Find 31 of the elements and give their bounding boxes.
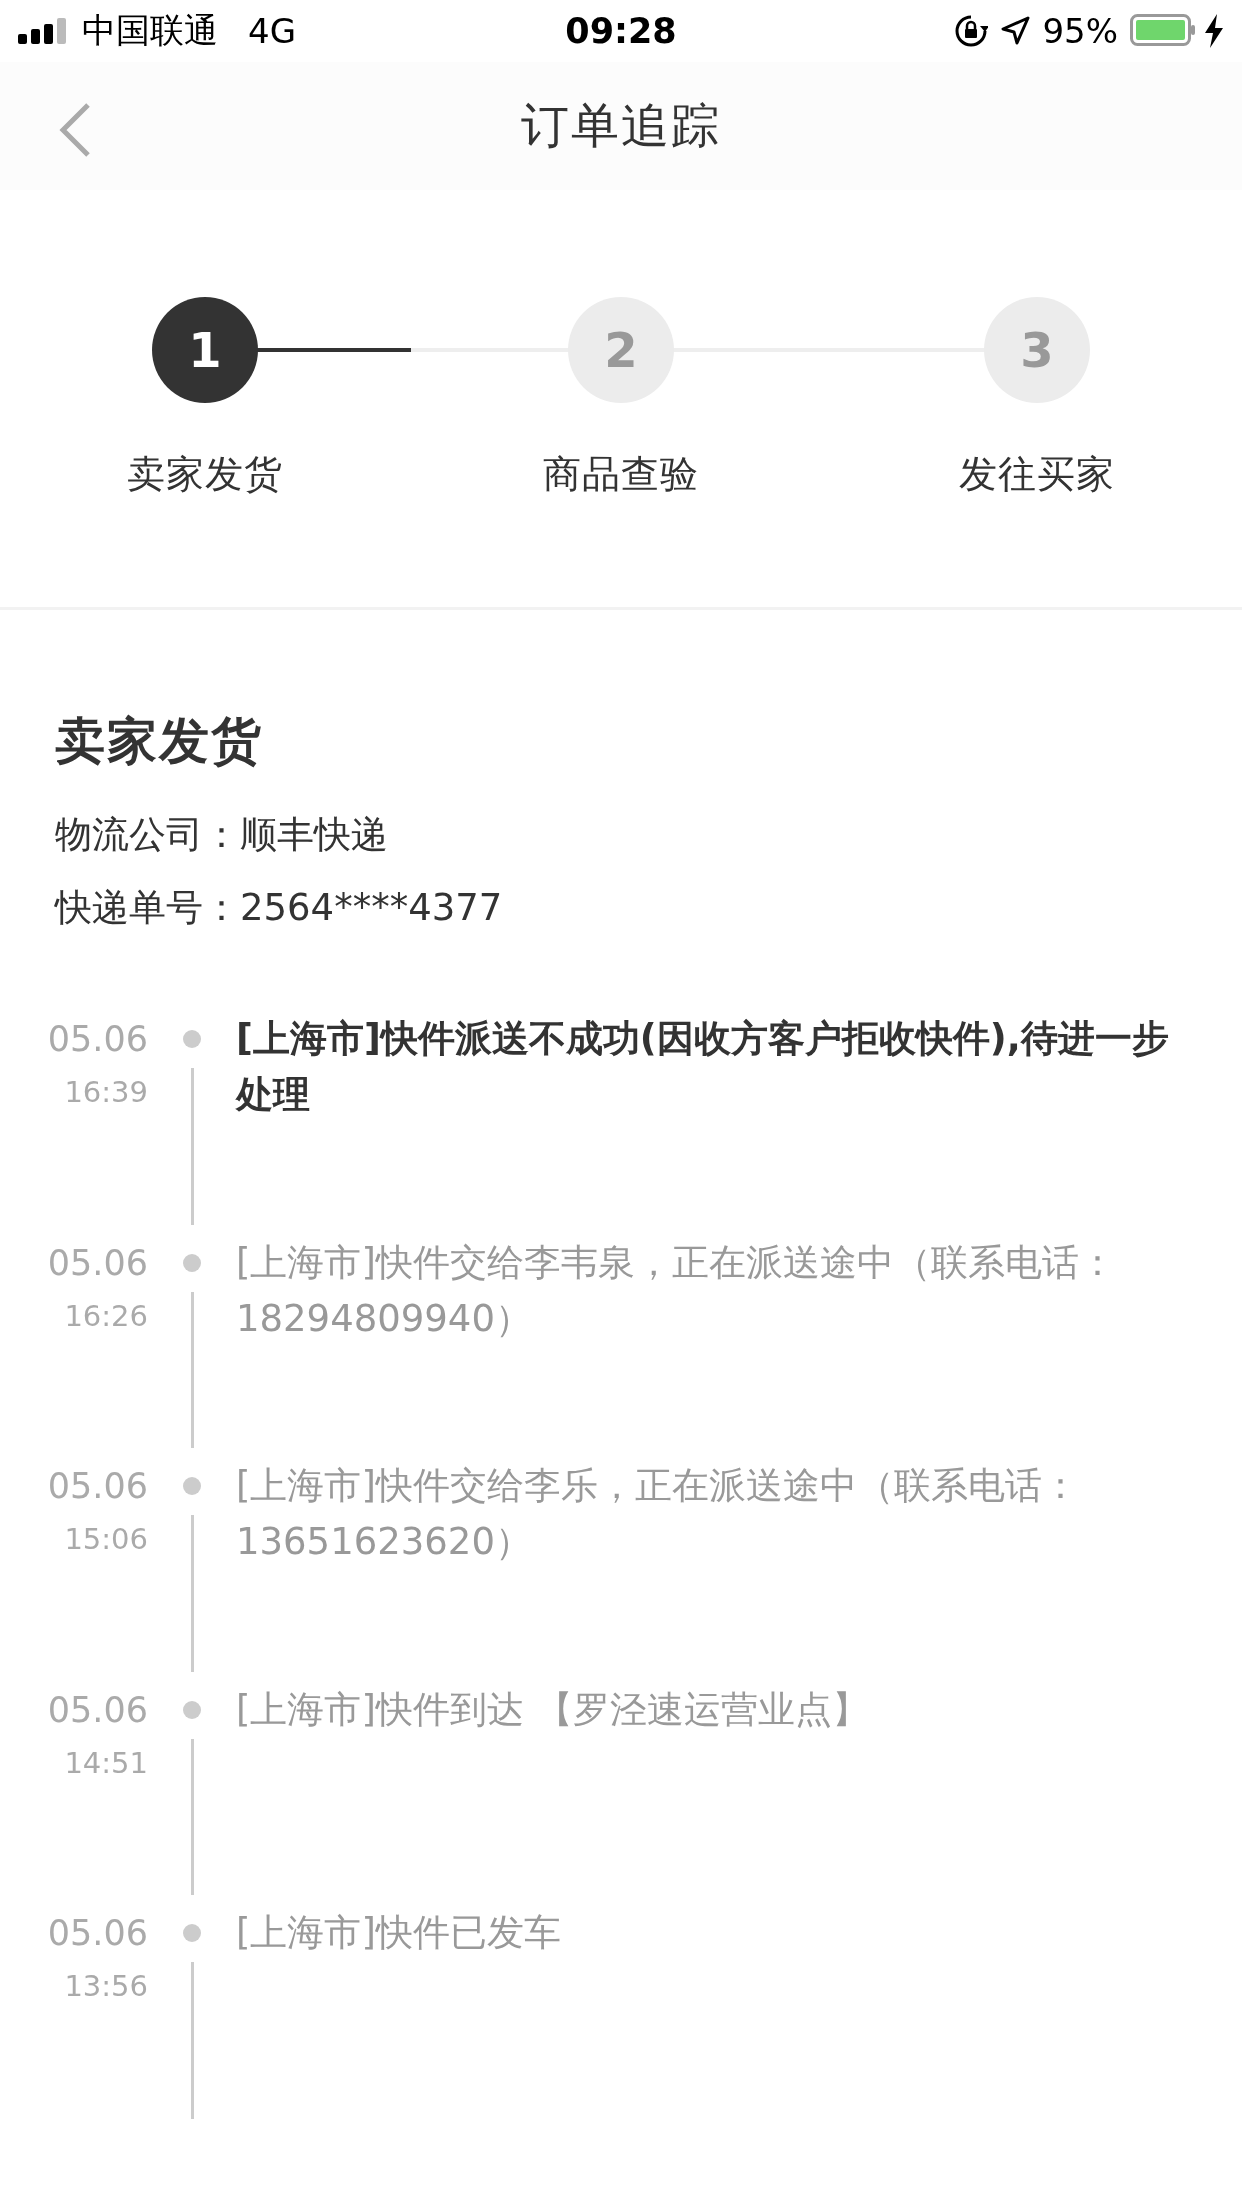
section-heading: 卖家发货 bbox=[55, 711, 264, 772]
step-number: 2 bbox=[568, 297, 674, 403]
field-label: 物流公司： bbox=[55, 812, 240, 858]
step-label: 发往买家 bbox=[959, 451, 1115, 498]
field-label: 快递单号： bbox=[55, 885, 240, 931]
event-date: 05.06 bbox=[47, 1241, 148, 1285]
event-text: [上海市]快件交给李韦泉，正在派送途中（联系电话：18294809940） bbox=[236, 1239, 1117, 1342]
event-text: [上海市]快件到达 【罗泾速运营业点】 bbox=[236, 1686, 870, 1733]
tracking-number: 2564****4377 bbox=[240, 885, 503, 931]
event-text: [上海市]快件派送不成功(因收方客户拒收快件),待进一步处理 bbox=[236, 1016, 1170, 1118]
network-type: 4G bbox=[248, 11, 296, 51]
event-time: 15:06 bbox=[64, 1522, 148, 1557]
step-label: 卖家发货 bbox=[127, 451, 283, 498]
event-date: 05.06 bbox=[47, 1465, 148, 1509]
event-time: 16:39 bbox=[64, 1075, 148, 1109]
event-text: [上海市]快件交给李乐，正在派送途中（联系电话：13651623620） bbox=[236, 1463, 1080, 1566]
event-time: 16:26 bbox=[64, 1298, 148, 1333]
event-time: 14:51 bbox=[64, 1745, 148, 1780]
courier-name: 顺丰快递 bbox=[240, 812, 388, 858]
step-label: 商品查验 bbox=[543, 451, 699, 498]
event-date: 05.06 bbox=[47, 1912, 148, 1956]
carrier-name: 中国联通 bbox=[82, 9, 218, 52]
event-time: 13:56 bbox=[64, 1969, 148, 2004]
step-number: 1 bbox=[152, 297, 258, 403]
event-date: 05.06 bbox=[47, 1018, 148, 1061]
event-text: [上海市]快件已发车 bbox=[236, 1910, 562, 1957]
clock-time: 09:28 bbox=[565, 11, 677, 51]
page-title: 订单追踪 bbox=[521, 96, 721, 155]
battery-percent: 95% bbox=[1042, 11, 1118, 51]
event-date: 05.06 bbox=[47, 1688, 148, 1732]
step-number: 3 bbox=[984, 297, 1090, 403]
